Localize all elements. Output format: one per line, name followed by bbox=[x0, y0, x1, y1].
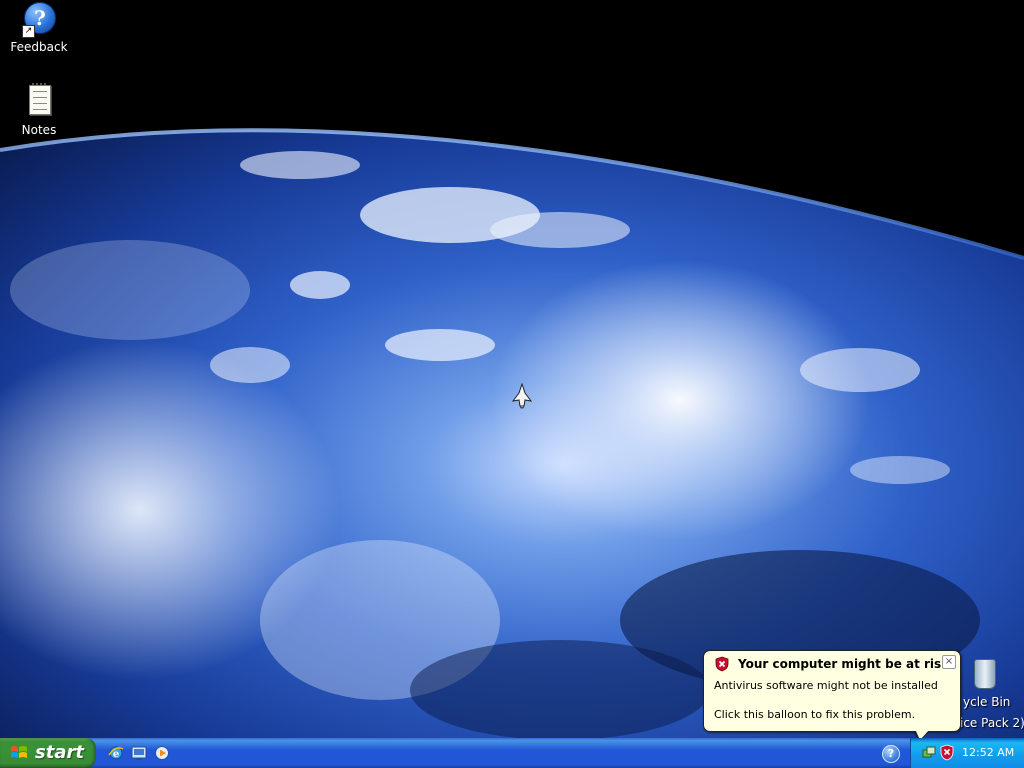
desktop-icon-feedback[interactable]: ? ↗ Feedback bbox=[0, 2, 78, 54]
security-balloon[interactable]: Your computer might be at risk × Antivir… bbox=[703, 650, 961, 732]
shortcut-arrow-icon: ↗ bbox=[22, 25, 35, 38]
desktop: ? ↗ Feedback Notes ycle Bin ice Pack 2) bbox=[0, 0, 1024, 738]
notepad-icon bbox=[22, 83, 56, 119]
security-center-shield-icon[interactable] bbox=[939, 744, 955, 761]
balloon-action-text: Click this balloon to fix this problem. bbox=[714, 708, 916, 721]
earth-wallpaper bbox=[0, 0, 1024, 738]
start-button[interactable]: start bbox=[0, 738, 96, 768]
system-tray: 12:52 AM bbox=[910, 738, 1024, 768]
shuttle-cursor-icon bbox=[511, 383, 533, 409]
desktop-icon-label: Notes bbox=[21, 123, 57, 137]
network-icon[interactable] bbox=[921, 745, 937, 761]
balloon-close-button[interactable]: × bbox=[942, 655, 956, 669]
show-desktop-icon[interactable] bbox=[131, 745, 147, 761]
desktop-icon-notes[interactable]: Notes bbox=[0, 83, 78, 137]
help-icon: ? ↗ bbox=[22, 2, 56, 38]
internet-explorer-icon[interactable]: e bbox=[108, 745, 124, 761]
taskbar: start e ? 12:52 AM bbox=[0, 738, 1024, 768]
start-label: start bbox=[35, 742, 84, 763]
balloon-message: Antivirus software might not be installe… bbox=[714, 679, 938, 692]
desktop-icon-label: Feedback bbox=[10, 40, 68, 54]
desktop-icon-recycle-bin[interactable]: ycle Bin ice Pack 2) bbox=[960, 655, 1024, 735]
balloon-title: Your computer might be at risk bbox=[738, 657, 950, 671]
clock[interactable]: 12:52 AM bbox=[962, 746, 1014, 759]
media-player-icon[interactable] bbox=[154, 745, 170, 761]
windows-logo-icon bbox=[11, 746, 27, 758]
security-shield-icon bbox=[715, 656, 729, 672]
desktop-version-text: ice Pack 2) bbox=[960, 716, 1024, 730]
recycle-bin-icon bbox=[974, 659, 996, 689]
desktop-icon-label: ycle Bin bbox=[963, 695, 1011, 709]
help-tray-icon[interactable]: ? bbox=[882, 745, 900, 763]
